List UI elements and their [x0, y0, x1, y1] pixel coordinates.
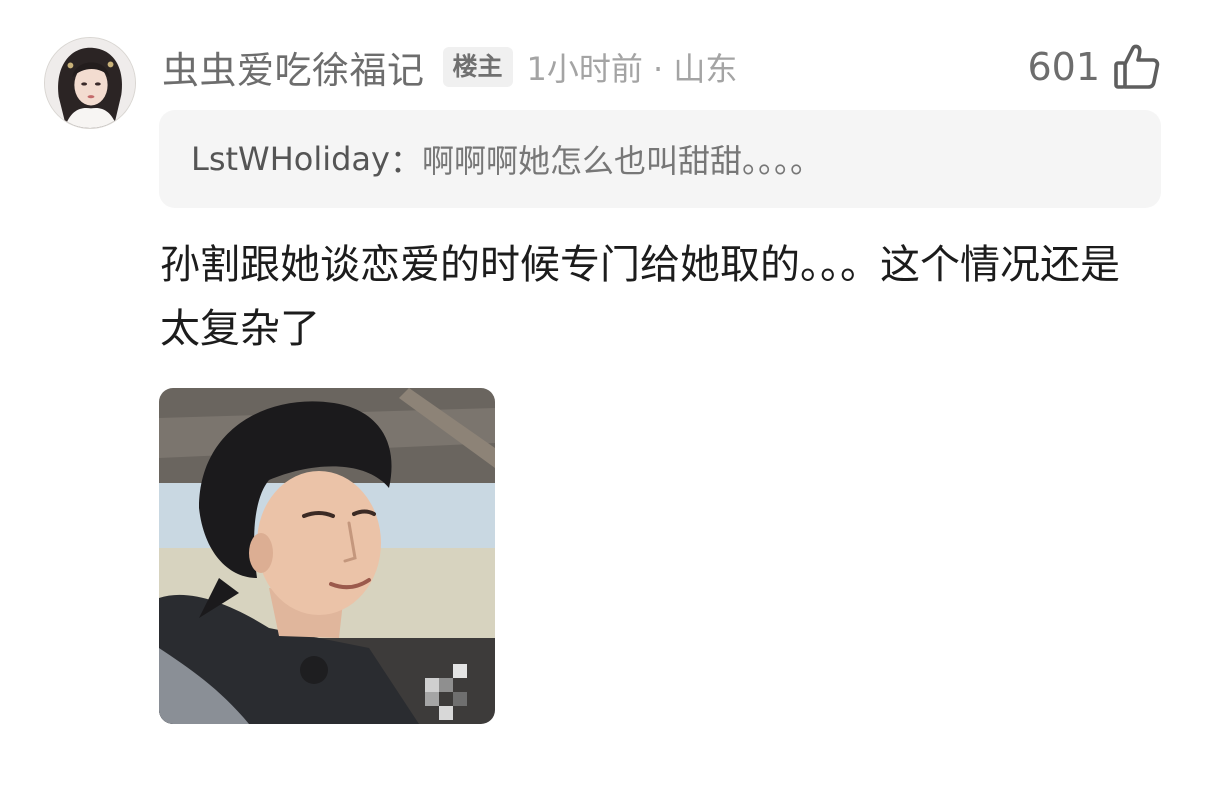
quote-separator: ：: [389, 142, 422, 180]
attached-image[interactable]: [159, 388, 495, 724]
avatar[interactable]: [44, 37, 136, 129]
comment-header: 虫虫爱吃徐福记 楼主 1小时前 · 山东: [162, 36, 737, 98]
comment-body: 孙割跟她谈恋爱的时候专门给她取的。。。这个情况还是太复杂了: [160, 242, 1120, 352]
like-button[interactable]: 601: [1027, 36, 1162, 98]
quoted-reply[interactable]: LstWHoliday ： 啊啊啊她怎么也叫甜甜。。。。: [159, 110, 1161, 208]
comment-meta: 1小时前 · 山东: [526, 50, 738, 88]
like-count: 601: [1027, 45, 1100, 89]
quote-text: 啊啊啊她怎么也叫甜甜。。。。: [421, 142, 822, 180]
thumbs-up-icon[interactable]: [1112, 42, 1162, 92]
username[interactable]: 虫虫爱吃徐福记: [162, 40, 425, 94]
reaction-photo: [159, 388, 495, 724]
avatar-image: [45, 38, 135, 128]
quote-author[interactable]: LstWHoliday: [191, 140, 390, 178]
op-badge: 楼主: [442, 47, 513, 87]
